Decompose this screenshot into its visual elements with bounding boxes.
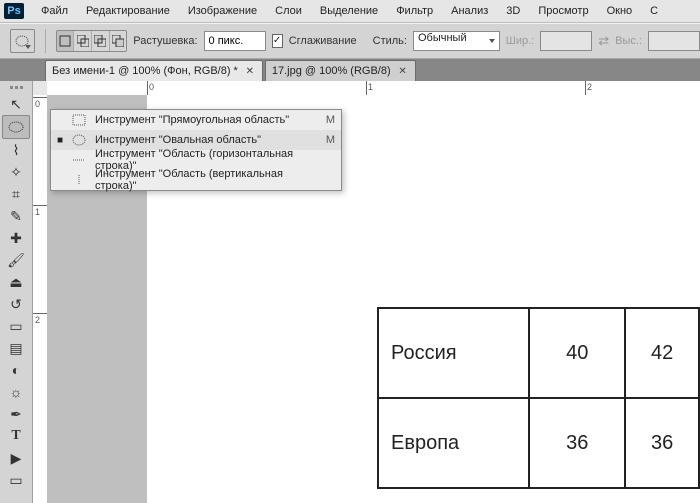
mode-new[interactable] (57, 31, 75, 51)
mode-subtract[interactable] (92, 31, 110, 51)
feather-input[interactable] (204, 31, 266, 51)
ruler-vertical[interactable]: 0 1 2 (33, 95, 48, 503)
divider (45, 29, 46, 53)
tool-magic-wand[interactable]: ✧ (3, 161, 29, 183)
menu-help[interactable]: С (643, 3, 665, 19)
menu-3d[interactable]: 3D (499, 3, 527, 19)
options-bar: Растушевка: ✓ Сглаживание Стиль: Обычный… (0, 23, 700, 59)
swap-wh-icon: ⇄ (598, 33, 609, 49)
tool-gradient[interactable]: ▤ (3, 337, 29, 359)
menu-window[interactable]: Окно (600, 3, 640, 19)
tool-path-select[interactable]: ▶ (3, 447, 29, 469)
marquee-row-icon (71, 154, 87, 166)
tool-stamp[interactable]: ⏏ (3, 271, 29, 293)
table-cell: 36 (625, 398, 699, 488)
menu-filter[interactable]: Фильтр (389, 3, 440, 19)
menu-image[interactable]: Изображение (181, 3, 264, 19)
app-logo: Ps (4, 3, 24, 19)
tool-move[interactable]: ↖ (3, 93, 29, 115)
table-cell: 42 (625, 308, 699, 398)
tool-history-brush[interactable]: ↺ (3, 293, 29, 315)
height-input (648, 31, 700, 51)
mode-intersect[interactable] (110, 31, 127, 51)
toolbox: ↖ ⌇ ✧ ⌗ ✎ ✚ 🖌 ⏏ ↺ ▭ ▤ ◐ ☼ ✒ T ▶ ▭ (0, 81, 33, 503)
marquee-ellipse-icon (71, 134, 87, 146)
height-label: Выс.: (615, 35, 642, 47)
tool-type[interactable]: T (3, 425, 29, 447)
flyout-item-col[interactable]: Инструмент "Область (вертикальная строка… (51, 170, 341, 190)
style-select[interactable]: Обычный (413, 31, 500, 51)
table-row: Европа 36 36 (378, 398, 699, 488)
antialias-label: Сглаживание (289, 35, 357, 47)
marquee-ellipse-icon (15, 34, 29, 48)
toolbox-grip[interactable] (3, 83, 29, 91)
width-input (540, 31, 592, 51)
tab-label: Без имени-1 @ 100% (Фон, RGB/8) * (52, 65, 238, 77)
marquee-rect-icon (71, 114, 87, 126)
flyout-item-row[interactable]: Инструмент "Область (горизонтальная стро… (51, 150, 341, 170)
table-cell-label: Европа (378, 398, 529, 488)
document-table: Россия 40 42 Европа 36 36 (377, 307, 700, 489)
antialias-checkbox[interactable]: ✓ (272, 34, 283, 48)
close-icon[interactable]: ✕ (397, 65, 409, 77)
tool-blur[interactable]: ◐ (3, 359, 29, 381)
tool-dodge[interactable]: ☼ (3, 381, 29, 403)
menu-edit[interactable]: Редактирование (79, 3, 177, 19)
canvas-zone: 0 1 2 0 1 2 Россия 40 42 Европа 36 36 (33, 81, 700, 503)
flyout-shortcut: M (321, 114, 335, 126)
menu-select[interactable]: Выделение (313, 3, 385, 19)
feather-label: Растушевка: (133, 35, 197, 47)
menubar: Ps Файл Редактирование Изображение Слои … (0, 0, 700, 23)
table-row: Россия 40 42 (378, 308, 699, 398)
tool-healing[interactable]: ✚ (3, 227, 29, 249)
tool-pen[interactable]: ✒ (3, 403, 29, 425)
ruler-corner (33, 81, 48, 96)
marquee-col-icon (71, 174, 87, 186)
ruler-horizontal[interactable]: 0 1 2 (47, 81, 700, 96)
tab-label: 17.jpg @ 100% (RGB/8) (272, 65, 391, 77)
tool-eraser[interactable]: ▭ (3, 315, 29, 337)
tool-lasso[interactable]: ⌇ (3, 139, 29, 161)
workarea: ↖ ⌇ ✧ ⌗ ✎ ✚ 🖌 ⏏ ↺ ▭ ▤ ◐ ☼ ✒ T ▶ ▭ 0 1 2 … (0, 81, 700, 503)
flyout-label: Инструмент "Овальная область" (95, 134, 313, 146)
flyout-item-rect[interactable]: Инструмент "Прямоугольная область" M (51, 110, 341, 130)
flyout-shortcut: M (321, 134, 335, 146)
flyout-item-ellipse[interactable]: ■ Инструмент "Овальная область" M (51, 130, 341, 150)
menu-layers[interactable]: Слои (268, 3, 309, 19)
mode-add[interactable] (74, 31, 92, 51)
menu-analysis[interactable]: Анализ (444, 3, 495, 19)
table-cell: 40 (529, 308, 625, 398)
close-icon[interactable]: ✕ (244, 65, 256, 77)
tool-shape[interactable]: ▭ (3, 469, 29, 491)
document-tabstrip: Без имени-1 @ 100% (Фон, RGB/8) * ✕ 17.j… (0, 59, 700, 81)
menu-view[interactable]: Просмотр (531, 3, 595, 19)
menu-file[interactable]: Файл (34, 3, 75, 19)
flyout-label: Инструмент "Прямоугольная область" (95, 114, 313, 126)
table-cell: 36 (529, 398, 625, 488)
flyout-label: Инструмент "Область (вертикальная строка… (95, 168, 313, 192)
table-cell-label: Россия (378, 308, 529, 398)
document-tab[interactable]: 17.jpg @ 100% (RGB/8) ✕ (265, 60, 416, 81)
tool-eyedropper[interactable]: ✎ (3, 205, 29, 227)
tool-marquee[interactable] (2, 115, 30, 139)
selection-mode-group (56, 30, 128, 52)
marquee-flyout: Инструмент "Прямоугольная область" M ■ И… (50, 109, 342, 191)
tool-preset-picker[interactable] (10, 29, 35, 53)
tool-brush[interactable]: 🖌 (3, 249, 29, 271)
tool-crop[interactable]: ⌗ (3, 183, 29, 205)
document-tab[interactable]: Без имени-1 @ 100% (Фон, RGB/8) * ✕ (45, 60, 263, 81)
width-label: Шир.: (506, 35, 534, 47)
style-label: Стиль: (373, 35, 407, 47)
bullet-icon: ■ (57, 135, 63, 146)
